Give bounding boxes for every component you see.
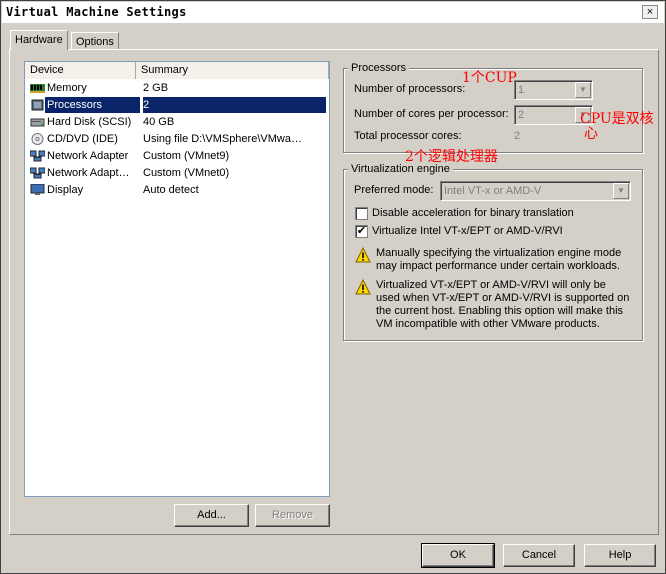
cd-dvd-icon <box>31 133 44 145</box>
device-name: Hard Disk (SCSI) <box>47 116 132 128</box>
chevron-down-icon[interactable]: ▼ <box>613 183 629 199</box>
device-summary: Auto detect <box>143 184 199 196</box>
remove-button-label: Remove <box>272 509 313 521</box>
device-summary: Custom (VMnet9) <box>143 150 230 162</box>
device-summary: 40 GB <box>143 116 175 128</box>
processor-icon <box>31 99 44 111</box>
cores-per-processor-value: 2 <box>518 109 525 121</box>
processors-group-title: Processors <box>348 62 410 74</box>
device-row-network-adapter[interactable]: Network Adapter Custom (VMnet9) <box>26 148 328 165</box>
tab-options[interactable]: Options <box>71 32 119 49</box>
device-name: Memory <box>47 82 87 94</box>
num-processors-select[interactable]: 1 ▼ <box>514 80 593 100</box>
checkmark-icon: ✔ <box>356 225 367 237</box>
virtualize-vtx-label[interactable]: Virtualize Intel VT-x/EPT or AMD-V/RVI <box>372 225 563 237</box>
ok-button[interactable]: OK <box>421 543 495 568</box>
chevron-down-icon[interactable]: ▼ <box>575 82 591 98</box>
column-summary-label: Summary <box>141 64 189 76</box>
memory-icon <box>30 84 45 93</box>
warning-icon <box>355 247 371 263</box>
annotation-one-cpu: 1个CUP <box>462 70 517 86</box>
hard-disk-icon <box>30 118 45 127</box>
cores-per-processor-label: Number of cores per processor: <box>354 108 509 120</box>
device-summary: Using file D:\VMSphere\VMwa… <box>143 133 302 145</box>
device-row-cd-dvd[interactable]: CD/DVD (IDE) Using file D:\VMSphere\VMwa… <box>26 131 328 148</box>
tab-hardware[interactable]: Hardware <box>10 30 68 50</box>
num-processors-label: Number of processors: <box>354 83 466 95</box>
warning-text-vtx: Virtualized VT-x/EPT or AMD-V/RVI will o… <box>376 279 630 330</box>
device-row-processors[interactable]: Processors 2 <box>26 97 328 114</box>
warning-text-mode: Manually specifying the virtualization e… <box>376 247 622 272</box>
display-icon <box>30 184 45 195</box>
add-button[interactable]: Add... <box>174 504 249 527</box>
dialog-window: Virtual Machine Settings × Hardware Opti… <box>0 0 666 574</box>
ok-button-label: OK <box>450 549 466 561</box>
column-header-summary[interactable]: Summary <box>136 62 329 79</box>
column-header-device[interactable]: Device <box>25 62 136 79</box>
device-row-display[interactable]: Display Auto detect <box>26 182 328 199</box>
warning-icon <box>355 279 371 295</box>
close-button[interactable]: × <box>642 5 658 19</box>
total-cores-label: Total processor cores: <box>354 130 462 142</box>
device-summary: Custom (VMnet0) <box>143 167 230 179</box>
disable-acceleration-checkbox[interactable] <box>355 207 368 220</box>
device-row-hard-disk[interactable]: Hard Disk (SCSI) 40 GB <box>26 114 328 131</box>
network-adapter-icon <box>30 167 45 179</box>
device-name: Processors <box>45 97 140 113</box>
remove-button[interactable]: Remove <box>255 504 330 527</box>
preferred-mode-label: Preferred mode: <box>354 184 434 196</box>
help-button[interactable]: Help <box>584 544 656 567</box>
network-adapter-icon <box>30 150 45 162</box>
num-processors-value: 1 <box>518 84 525 96</box>
device-row-network-adapter-2[interactable]: Network Adapt… Custom (VMnet0) <box>26 165 328 182</box>
cancel-button[interactable]: Cancel <box>503 544 575 567</box>
device-name: CD/DVD (IDE) <box>47 133 118 145</box>
window-title: Virtual Machine Settings <box>6 5 187 19</box>
disable-acceleration-label[interactable]: Disable acceleration for binary translat… <box>372 207 574 219</box>
device-name: Display <box>47 184 84 196</box>
close-icon: × <box>646 6 654 18</box>
title-bar[interactable]: Virtual Machine Settings × <box>2 2 664 23</box>
device-list[interactable]: Device Summary Memory 2 GB Processors 2 … <box>24 61 330 497</box>
device-name: Network Adapter <box>47 150 129 162</box>
device-summary: 2 <box>143 97 326 113</box>
total-cores-value: 2 <box>514 130 521 142</box>
device-list-header: Device Summary <box>25 62 329 79</box>
annotation-two-logical: 2个逻辑处理器 <box>405 149 498 165</box>
annotation-dual-core-2: 心 <box>584 126 598 142</box>
add-button-label: Add... <box>197 509 226 521</box>
device-row-memory[interactable]: Memory 2 GB <box>26 80 328 97</box>
device-name: Network Adapt… <box>47 167 130 179</box>
preferred-mode-select[interactable]: Intel VT-x or AMD-V ▼ <box>440 181 631 201</box>
preferred-mode-value: Intel VT-x or AMD-V <box>444 185 542 197</box>
virtualize-vtx-checkbox[interactable]: ✔ <box>355 225 368 238</box>
help-button-label: Help <box>608 549 632 561</box>
tab-options-label: Options <box>76 36 114 48</box>
column-device-label: Device <box>30 64 64 76</box>
cancel-button-label: Cancel <box>521 549 557 561</box>
device-summary: 2 GB <box>143 82 169 94</box>
tab-hardware-label: Hardware <box>15 34 63 46</box>
